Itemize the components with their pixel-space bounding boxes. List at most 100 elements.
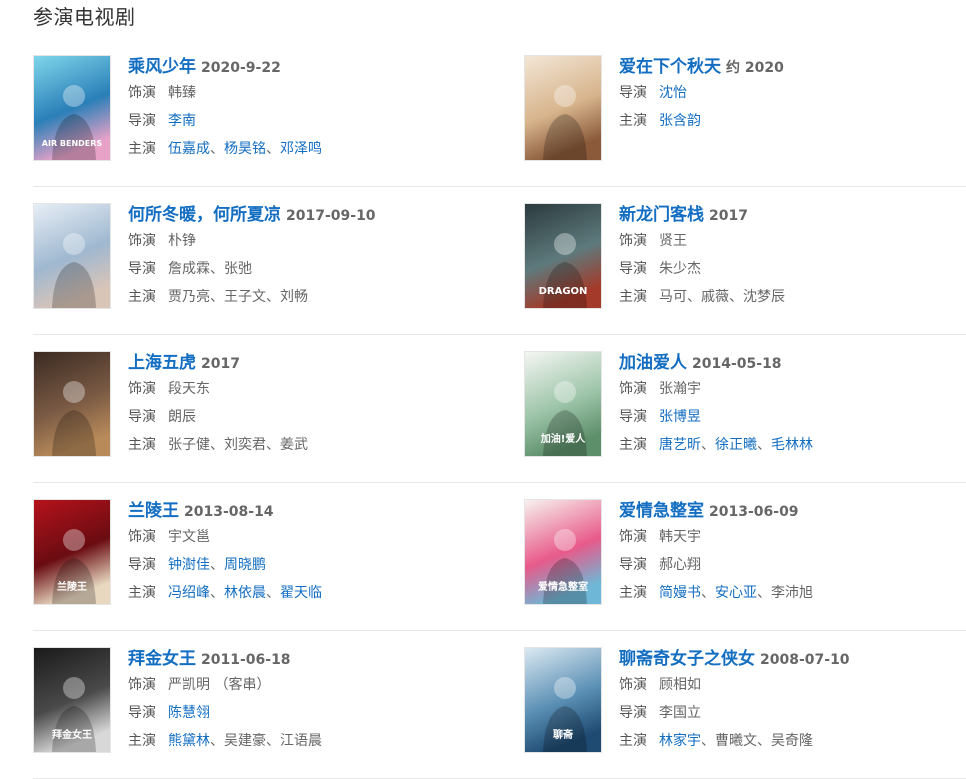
poster-art xyxy=(34,352,110,456)
drama-info: 拜金女王 2011-06-18 饰演 严凯明 （客串） 导演 陈慧翎 主演 熊黛林、吴建豪、江… xyxy=(128,647,493,755)
director-name: 朗辰 xyxy=(168,409,196,425)
role-line: 饰演 段天东 xyxy=(128,375,493,403)
name-separator: 、 xyxy=(210,437,224,453)
director-line-label: 导演 xyxy=(128,705,156,721)
drama-date: 2017 xyxy=(709,208,748,224)
drama-title-link[interactable]: 爱在下个秋天 xyxy=(619,57,721,77)
drama-date: 2014-05-18 xyxy=(692,356,782,372)
role-line-label: 饰演 xyxy=(128,529,156,545)
poster-art: 爱情急整室 xyxy=(525,500,601,604)
drama-date: 2011-06-18 xyxy=(201,652,291,668)
cast-name[interactable]: 徐正曦 xyxy=(715,437,757,453)
drama-date: 约 2020 xyxy=(726,60,784,76)
drama-title-link[interactable]: 新龙门客栈 xyxy=(619,205,704,225)
drama-title-link[interactable]: 何所冬暖，何所夏凉 xyxy=(128,205,281,225)
cast-name[interactable]: 林依晨 xyxy=(224,585,266,601)
director-name: 李国立 xyxy=(659,705,701,721)
director-line-label: 导演 xyxy=(128,557,156,573)
drama-row: AIR BENDERS 乘风少年 2020-9-22 饰演 韩臻 导演 李南 主演 伍嘉成、杨昊… xyxy=(33,53,966,187)
poster-caption: DRAGON xyxy=(539,286,588,297)
director-name[interactable]: 陈慧翎 xyxy=(168,705,210,721)
cast-line-label: 主演 xyxy=(128,289,156,305)
director-line: 导演 陈慧翎 xyxy=(128,699,493,727)
cast-name[interactable]: 邓泽鸣 xyxy=(280,141,322,157)
cast-name: 王子文 xyxy=(224,289,266,305)
cast-name[interactable]: 唐艺昕 xyxy=(659,437,701,453)
cast-line-label: 主演 xyxy=(619,585,647,601)
drama-card: 拜金女王 拜金女王 2011-06-18 饰演 严凯明 （客串） 导演 陈慧翎 主演 熊黛林、吴… xyxy=(33,645,493,755)
role-name: 顾相如 xyxy=(659,677,701,693)
drama-info: 兰陵王 2013-08-14 饰演 宇文邕 导演 钟澍佳、周晓鹏 主演 冯绍峰、林依晨、翟天临 xyxy=(128,499,493,607)
cast-name[interactable]: 毛林林 xyxy=(771,437,813,453)
drama-poster[interactable]: 加油!爱人 xyxy=(524,351,602,457)
director-name: 詹成霖 xyxy=(168,261,210,277)
director-line-label: 导演 xyxy=(619,705,647,721)
cast-name[interactable]: 伍嘉成 xyxy=(168,141,210,157)
director-name[interactable]: 张博昱 xyxy=(659,409,701,425)
cast-name[interactable]: 熊黛林 xyxy=(168,733,210,749)
drama-title-link[interactable]: 上海五虎 xyxy=(128,353,196,373)
poster-caption: AIR BENDERS xyxy=(42,139,103,148)
drama-poster[interactable]: AIR BENDERS xyxy=(33,55,111,161)
cast-name[interactable]: 张含韵 xyxy=(659,113,701,129)
drama-poster[interactable]: 聊斋 xyxy=(524,647,602,753)
name-separator: 、 xyxy=(701,437,715,453)
cast-name[interactable]: 安心亚 xyxy=(715,585,757,601)
director-line: 导演 李南 xyxy=(128,107,493,135)
drama-poster[interactable] xyxy=(524,55,602,161)
name-separator: 、 xyxy=(266,141,280,157)
director-line-label: 导演 xyxy=(128,113,156,129)
name-separator: 、 xyxy=(266,585,280,601)
drama-poster[interactable]: 兰陵王 xyxy=(33,499,111,605)
drama-title-link[interactable]: 拜金女王 xyxy=(128,649,196,669)
cast-name: 刘畅 xyxy=(280,289,308,305)
director-line: 导演 朱少杰 xyxy=(619,255,966,283)
drama-title-link[interactable]: 爱情急整室 xyxy=(619,501,704,521)
drama-title-line: 新龙门客栈 2017 xyxy=(619,203,966,227)
cast-line: 主演 唐艺昕、徐正曦、毛林林 xyxy=(619,431,966,459)
drama-card: 上海五虎 2017 饰演 段天东 导演 朗辰 主演 张子健、刘奕君、姜武 xyxy=(33,349,493,459)
drama-title-line: 何所冬暖，何所夏凉 2017-09-10 xyxy=(128,203,493,227)
cast-name[interactable]: 翟天临 xyxy=(280,585,322,601)
director-name[interactable]: 沈怡 xyxy=(659,85,687,101)
drama-title-line: 拜金女王 2011-06-18 xyxy=(128,647,493,671)
director-name[interactable]: 周晓鹏 xyxy=(224,557,266,573)
director-name[interactable]: 李南 xyxy=(168,113,196,129)
director-line-label: 导演 xyxy=(619,409,647,425)
drama-card: AIR BENDERS 乘风少年 2020-9-22 饰演 韩臻 导演 李南 主演 伍嘉成、杨昊… xyxy=(33,53,493,163)
director-line-label: 导演 xyxy=(619,85,647,101)
cast-name[interactable]: 冯绍峰 xyxy=(168,585,210,601)
drama-poster[interactable]: 爱情急整室 xyxy=(524,499,602,605)
cast-name: 曹曦文 xyxy=(715,733,757,749)
poster-art: 加油!爱人 xyxy=(525,352,601,456)
drama-poster[interactable] xyxy=(33,351,111,457)
drama-poster[interactable] xyxy=(33,203,111,309)
poster-art: 兰陵王 xyxy=(34,500,110,604)
drama-title-link[interactable]: 聊斋奇女子之侠女 xyxy=(619,649,755,669)
cast-name: 李沛旭 xyxy=(771,585,813,601)
drama-grid: AIR BENDERS 乘风少年 2020-9-22 饰演 韩臻 导演 李南 主演 伍嘉成、杨昊… xyxy=(33,53,966,779)
drama-poster[interactable]: 拜金女王 xyxy=(33,647,111,753)
drama-title-link[interactable]: 加油爱人 xyxy=(619,353,687,373)
role-name: 段天东 xyxy=(168,381,210,397)
director-line: 导演 郝心翔 xyxy=(619,551,966,579)
cast-line-label: 主演 xyxy=(128,733,156,749)
cast-name[interactable]: 简嫚书 xyxy=(659,585,701,601)
drama-title-line: 兰陵王 2013-08-14 xyxy=(128,499,493,523)
cast-line: 主演 伍嘉成、杨昊铭、邓泽鸣 xyxy=(128,135,493,163)
director-name[interactable]: 钟澍佳 xyxy=(168,557,210,573)
cast-name: 戚薇 xyxy=(701,289,729,305)
drama-card: 兰陵王 兰陵王 2013-08-14 饰演 宇文邕 导演 钟澍佳、周晓鹏 主演 冯绍峰、林依晨、… xyxy=(33,497,493,607)
cast-name: 沈梦辰 xyxy=(743,289,785,305)
cast-line: 主演 简嫚书、安心亚、李沛旭 xyxy=(619,579,966,607)
drama-poster[interactable]: DRAGON xyxy=(524,203,602,309)
cast-name[interactable]: 杨昊铭 xyxy=(224,141,266,157)
cast-line: 主演 林家宇、曹曦文、吴奇隆 xyxy=(619,727,966,755)
drama-title-line: 爱情急整室 2013-06-09 xyxy=(619,499,966,523)
name-separator: 、 xyxy=(210,733,224,749)
drama-title-link[interactable]: 乘风少年 xyxy=(128,57,196,77)
drama-title-link[interactable]: 兰陵王 xyxy=(128,501,179,521)
name-separator: 、 xyxy=(701,585,715,601)
director-name: 张弛 xyxy=(224,261,252,277)
cast-name[interactable]: 林家宇 xyxy=(659,733,701,749)
